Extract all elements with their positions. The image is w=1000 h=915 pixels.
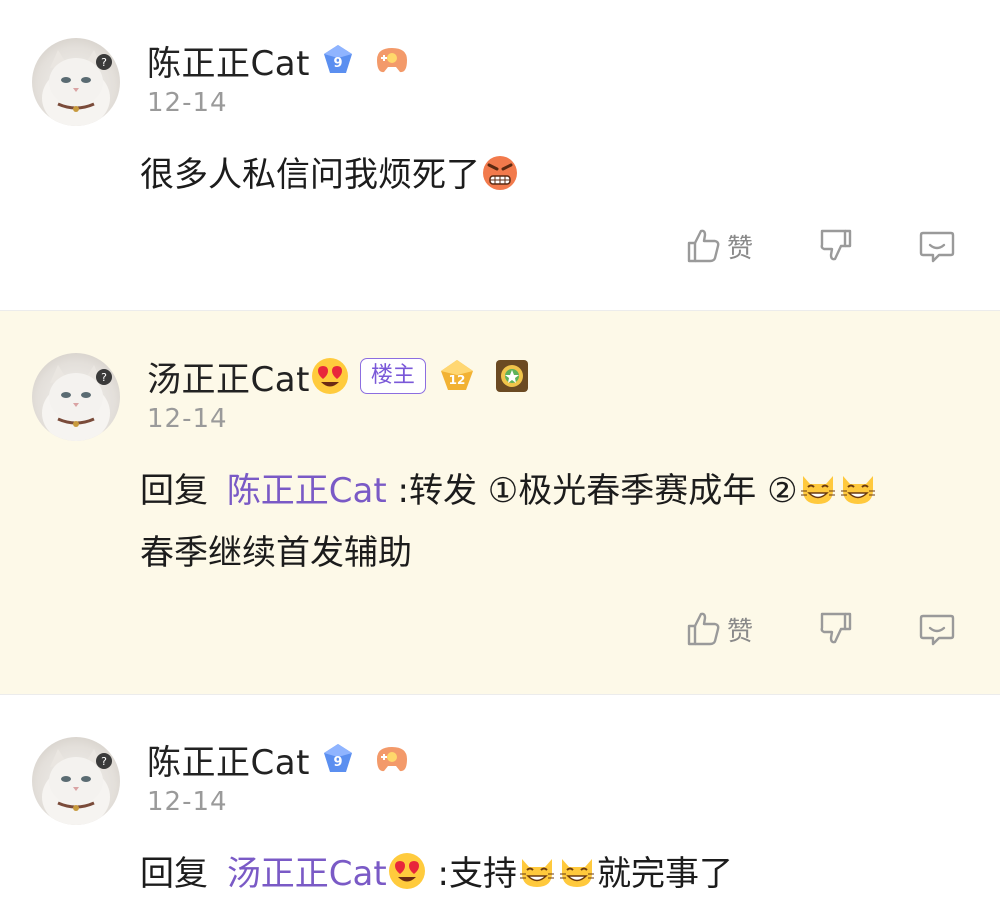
dislike-button[interactable] <box>816 226 856 266</box>
username[interactable]: 汤正正Cat <box>147 352 310 401</box>
comment-text-line2: 春季继续首发辅助 <box>140 533 412 573</box>
comment-header: 汤正正Cat 楼主 <box>147 352 530 401</box>
grinning-cat-emoji-icon <box>838 468 878 508</box>
like-button[interactable]: 赞 <box>683 609 753 649</box>
comment-text[interactable]: 回复 汤正正Cat :支持 就完事了 <box>140 843 970 905</box>
comment-header: 陈正正Cat <box>147 36 412 85</box>
comment-date: 12-14 <box>147 404 228 434</box>
comment-item: 陈正正Cat 12-14 回复 汤正正Cat :支持 就完事了 <box>0 695 1000 915</box>
thumb-up-icon <box>683 609 723 649</box>
comment-item: 汤正正Cat 楼主 12-14 回复 陈正正Cat :转发 ①极光春季赛成年 ②… <box>0 311 1000 694</box>
comment-text[interactable]: 很多人私信问我烦死了 <box>140 144 970 206</box>
medal-badge-icon <box>494 358 530 394</box>
angry-emoji-icon <box>480 152 520 192</box>
avatar[interactable] <box>32 353 120 441</box>
comment-text[interactable]: 回复 陈正正Cat :转发 ①极光春季赛成年 ② 春季继续首发辅助 <box>140 460 970 584</box>
comment-date: 12-14 <box>147 787 228 817</box>
avatar[interactable] <box>32 38 120 126</box>
thumb-up-icon <box>683 226 723 266</box>
mention-link[interactable]: 汤正正Cat <box>227 854 387 894</box>
cat-avatar-icon <box>32 353 120 441</box>
game-badge-icon <box>372 40 412 80</box>
grinning-cat-emoji-icon <box>557 851 597 891</box>
reply-prefix: 回复 <box>140 854 208 894</box>
reply-button[interactable] <box>917 226 957 266</box>
reply-prefix: 回复 <box>140 471 208 511</box>
game-badge-icon <box>372 739 412 779</box>
comment-text-b: 就完事了 <box>597 854 733 894</box>
comment-text-a: :支持 <box>437 854 517 894</box>
dislike-button[interactable] <box>816 609 856 649</box>
username[interactable]: 陈正正Cat <box>147 36 310 85</box>
grinning-cat-emoji-icon <box>517 851 557 891</box>
reply-icon <box>917 226 957 266</box>
reply-button[interactable] <box>917 609 957 649</box>
heart-eyes-emoji-icon <box>387 851 427 891</box>
avatar[interactable] <box>32 737 120 825</box>
level-badge-icon <box>320 741 356 777</box>
like-label: 赞 <box>727 233 754 264</box>
cat-avatar-icon <box>32 737 120 825</box>
comment-header: 陈正正Cat <box>147 735 412 784</box>
comment-actions: 赞 <box>0 226 1000 274</box>
username[interactable]: 陈正正Cat <box>147 735 310 784</box>
comment-item: 陈正正Cat 12-14 很多人私信问我烦死了 赞 <box>0 0 1000 310</box>
comment-date: 12-14 <box>147 88 228 118</box>
owner-badge: 楼主 <box>359 358 426 394</box>
comment-actions: 赞 <box>0 609 1000 657</box>
mention-link[interactable]: 陈正正Cat <box>227 471 387 511</box>
level-badge-icon <box>438 357 476 395</box>
like-label: 赞 <box>727 616 754 647</box>
like-button[interactable]: 赞 <box>683 226 753 266</box>
cat-avatar-icon <box>32 38 120 126</box>
comment-text-line1: :转发 ①极光春季赛成年 ② <box>397 471 798 511</box>
reply-icon <box>917 609 957 649</box>
thumb-down-icon <box>816 609 856 649</box>
level-badge-icon <box>320 42 356 78</box>
thumb-down-icon <box>816 226 856 266</box>
comment-text-content: 很多人私信问我烦死了 <box>140 155 480 195</box>
grinning-cat-emoji-icon <box>798 468 838 508</box>
heart-eyes-emoji-icon <box>310 356 350 396</box>
